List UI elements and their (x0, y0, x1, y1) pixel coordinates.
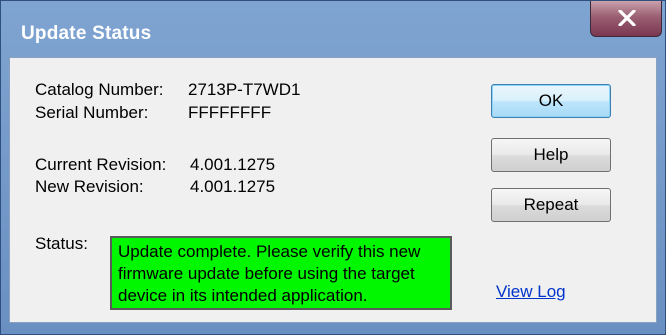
current-revision-value: 4.001.1275 (190, 155, 276, 174)
close-button[interactable] (590, 1, 662, 37)
catalog-number-label: Catalog Number: (35, 80, 164, 99)
current-revision-label: Current Revision: (35, 155, 167, 174)
new-revision-label: New Revision: (35, 177, 144, 196)
status-label: Status: (35, 234, 88, 253)
new-revision-value: 4.001.1275 (190, 177, 276, 196)
catalog-number-value: 2713P-T7WD1 (188, 80, 301, 99)
ok-button[interactable]: OK (491, 84, 611, 118)
title-bar[interactable]: Update Status (1, 1, 665, 57)
serial-number-value: FFFFFFFF (188, 103, 272, 122)
status-message: Update complete. Please verify this new … (110, 236, 452, 310)
close-icon (618, 10, 636, 26)
update-status-dialog: Update Status Catalog Number: 2713P-T7WD… (0, 0, 666, 335)
help-button[interactable]: Help (491, 138, 611, 172)
view-log-link[interactable]: View Log (496, 282, 566, 302)
repeat-button[interactable]: Repeat (491, 188, 611, 222)
dialog-body: Catalog Number: 2713P-T7WD1 Serial Numbe… (9, 57, 657, 323)
serial-number-label: Serial Number: (35, 103, 149, 122)
dialog-title: Update Status (21, 23, 152, 44)
